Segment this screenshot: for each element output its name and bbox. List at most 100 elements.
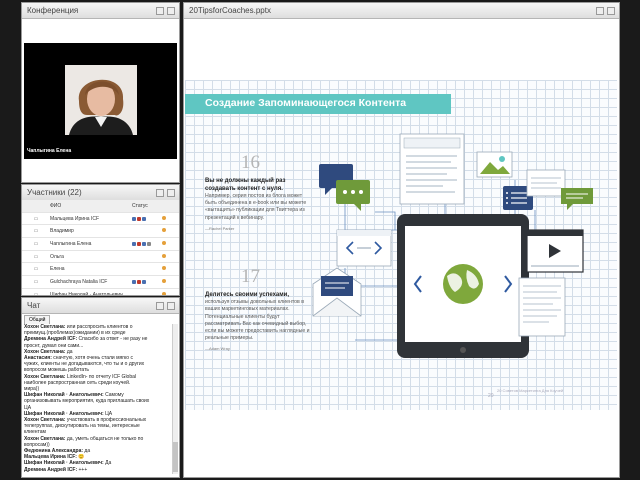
participant-icon: ▭ — [33, 228, 39, 235]
minimize-icon[interactable] — [596, 6, 604, 15]
participants-title: Участники (22) — [27, 188, 82, 197]
role-icon — [162, 215, 178, 222]
participant-icon: ▭ — [33, 215, 39, 222]
role-icon — [162, 266, 178, 272]
chat-text: клиентам — [24, 429, 46, 436]
video-player-icon — [526, 229, 584, 273]
col-name-header[interactable]: ФИО — [50, 203, 132, 209]
chat-text: Спасибо за ответ - не разу не — [78, 336, 148, 343]
photo-icon — [476, 151, 513, 178]
chat-text: Да — [105, 460, 112, 467]
chat-text: мира)) — [24, 386, 40, 393]
role-icon — [162, 278, 178, 285]
status-icon — [132, 279, 136, 284]
status-icon — [132, 241, 136, 246]
role-icon — [162, 240, 178, 247]
participants-pod-header[interactable]: Участники (22) — [22, 185, 179, 201]
chat-author: Хохон Светлана: — [24, 324, 66, 330]
video-area: Чаплыгина Елена — [24, 43, 177, 159]
chat-tab[interactable]: Общий — [24, 315, 51, 324]
participant-icon: ▭ — [33, 253, 39, 260]
menu-icon[interactable] — [167, 188, 175, 197]
pod-controls[interactable] — [156, 301, 179, 310]
participant-name: Gulchachraya Natalia ICF — [50, 278, 108, 285]
chat-pod-header[interactable]: Чат — [22, 298, 179, 314]
participant-icon: ▭ — [33, 278, 39, 285]
minimize-icon[interactable] — [156, 301, 164, 310]
status-icon — [142, 279, 146, 284]
presentation-file-title: 20TipsforCoaches.pptx — [189, 6, 271, 15]
chat-text: 😊 — [78, 454, 85, 461]
speech-bubble-icons — [319, 164, 370, 211]
participant-name: Елена — [50, 266, 65, 273]
participant-row[interactable]: ▭ Ольга — [22, 251, 179, 264]
pod-controls[interactable] — [156, 188, 179, 197]
participant-row[interactable]: ▭ Мальцева Ирина ICF — [22, 213, 179, 226]
document-right-icon — [526, 169, 593, 210]
participant-row[interactable]: ▭ Шифан Николай · Анатольевич — [22, 289, 179, 295]
participant-name: Чаплыгина Елена — [50, 240, 92, 247]
chat-author: Дремина Андрей ICF: — [24, 336, 78, 343]
status-icon — [137, 279, 141, 284]
chat-author: Хохон Светлана: — [24, 348, 66, 355]
participant-row[interactable]: ▭ Елена — [22, 263, 179, 277]
chat-text: LinkedIn- по отчету ICF Global — [66, 373, 137, 380]
minimize-icon[interactable] — [156, 6, 164, 15]
chat-text: сначтую, хотя очень стали мягко с — [53, 355, 133, 362]
pod-controls[interactable] — [156, 6, 179, 15]
chat-text: преимущ.(проблемах)ожидании) в их среде — [24, 330, 126, 337]
chat-messages: Хохон Светлана: или расспросить клиентов… — [24, 324, 171, 473]
chat-author: Хохон Светлана: — [24, 373, 66, 380]
col-status-header[interactable]: Статус — [132, 203, 162, 209]
status-icon — [137, 216, 141, 221]
status-icon — [137, 241, 141, 246]
chat-text: вопросом можешь работать — [24, 367, 90, 374]
participants-pod: Участники (22) ФИО Статус ▭ Мальцева Ирин… — [21, 184, 180, 296]
chat-author: Шифан Николай · Анатольевич: — [24, 460, 104, 467]
chat-scrollbar[interactable] — [172, 324, 178, 474]
status-icon — [142, 241, 146, 246]
pod-controls[interactable] — [596, 6, 619, 15]
status-icon — [132, 216, 136, 221]
status-icon — [142, 216, 146, 221]
chat-text: организовывать мероприятия, куда приглаш… — [24, 398, 150, 405]
chat-text: да — [66, 348, 73, 355]
chat-author: Анастасия: — [24, 355, 52, 362]
chat-text: или расспросить клиентов о — [66, 324, 133, 330]
chat-author: Шифан Николай · Анатольевич: — [24, 392, 104, 399]
participants-table: ФИО Статус ▭ Мальцева Ирина ICF ▭ Владимир ▭… — [22, 200, 179, 295]
menu-icon[interactable] — [167, 6, 175, 15]
chat-text: проснт, думал они сами... — [24, 342, 84, 349]
chat-message: Дремина Андрей ICF: +++ — [24, 467, 171, 473]
participant-row[interactable]: ▭ Чаплыгина Елена — [22, 238, 179, 251]
chat-text: ЦА — [105, 410, 113, 417]
conference-pod-header[interactable]: Конференция — [22, 3, 179, 19]
menu-icon[interactable] — [607, 6, 615, 15]
code-window-icon — [336, 229, 392, 267]
chat-text: наиболее распространная сеть среди коуче… — [24, 379, 131, 386]
participant-name: Ольга — [50, 253, 64, 260]
speaker-photo — [65, 65, 137, 135]
share-pod-header[interactable]: 20TipsforCoaches.pptx — [184, 3, 619, 19]
participant-status — [132, 279, 162, 284]
tablet-icon — [397, 214, 529, 358]
participant-name: Мальцева Ирина ICF — [50, 215, 100, 222]
chat-author: Федюнина Александра: — [24, 448, 84, 455]
chat-text: Самому — [105, 392, 124, 399]
chat-title: Чат — [27, 301, 41, 310]
menu-icon[interactable] — [167, 301, 175, 310]
participant-row[interactable]: ▭ Gulchachraya Natalia ICF — [22, 276, 179, 289]
chat-author: Хохон Светлана: — [24, 435, 66, 442]
chat-text: чужих, клиенты не догадываются, что ты и… — [24, 361, 145, 368]
participants-header-row: ФИО Статус — [22, 200, 179, 213]
participant-icon: ▭ — [33, 240, 39, 247]
chat-author: Мальцева Ирина ICF: — [24, 454, 77, 461]
minimize-icon[interactable] — [156, 188, 164, 197]
role-icon — [162, 291, 178, 295]
participant-row[interactable]: ▭ Владимир — [22, 225, 179, 239]
speaker-name: Чаплыгина Елена — [27, 148, 72, 154]
document-top-icon — [399, 133, 465, 205]
role-icon — [162, 228, 178, 234]
content-illustration — [312, 133, 593, 358]
participant-status — [132, 216, 162, 221]
